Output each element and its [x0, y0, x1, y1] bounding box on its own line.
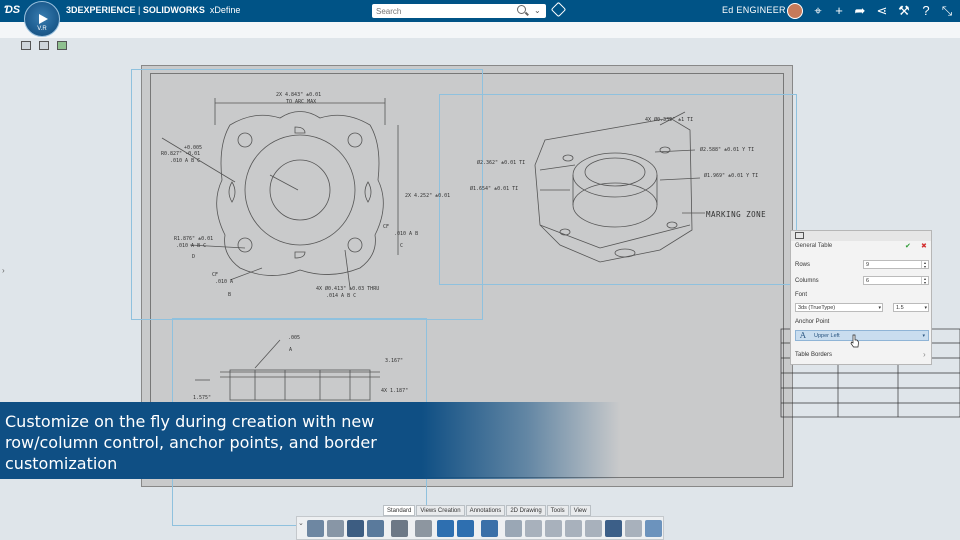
- text-icon[interactable]: [525, 520, 542, 537]
- iso-dim-4[interactable]: Ø1.969" ±0.01 Y TI: [704, 173, 758, 179]
- datum-a[interactable]: A: [289, 347, 292, 353]
- panel-header: [791, 231, 931, 241]
- close-icon[interactable]: ✖: [921, 242, 927, 250]
- roughness-icon[interactable]: [585, 520, 602, 537]
- rows-value: 9: [866, 262, 870, 268]
- help-icon[interactable]: [481, 520, 498, 537]
- fcf-2[interactable]: .010 A B C: [176, 243, 206, 249]
- font-label: Font: [795, 292, 808, 298]
- fcf-4[interactable]: .010 A: [215, 279, 233, 285]
- font-size-value: 1.5: [896, 305, 904, 311]
- datum-b[interactable]: B: [228, 292, 231, 298]
- dim-top[interactable]: 2X 4.843" ±0.01: [276, 92, 321, 98]
- tab-tools[interactable]: Tools: [546, 505, 569, 516]
- iso-dim-3[interactable]: Ø1.654" ±0.01 TI: [470, 186, 518, 192]
- section-dim-2[interactable]: 4X 1.187": [381, 388, 408, 394]
- font-size-select[interactable]: 1.5 ▾: [893, 303, 929, 312]
- datum-d[interactable]: D: [192, 254, 195, 260]
- font-value: 3ds (TrueType): [798, 305, 836, 311]
- dim-mid[interactable]: 2X 4.252" ±0.01: [405, 193, 450, 199]
- marking-zone-label[interactable]: MARKING ZONE: [706, 210, 766, 219]
- datum-icon[interactable]: [545, 520, 562, 537]
- action-bar: ⌄: [296, 516, 664, 540]
- rows-stepper-icon[interactable]: ▴ ▾: [921, 261, 928, 268]
- dim-r1[interactable]: R1.876" ±0.01: [174, 236, 213, 242]
- iso-dim-2[interactable]: Ø2.588" ±0.01 Y TI: [700, 147, 754, 153]
- dimension-icon[interactable]: [505, 520, 522, 537]
- tab-views-creation[interactable]: Views Creation: [416, 505, 465, 516]
- rows-label: Rows: [795, 262, 811, 268]
- play-icon: [39, 14, 48, 24]
- columns-label: Columns: [795, 278, 819, 284]
- table-borders-label[interactable]: Table Borders: [795, 352, 832, 358]
- iso-dim-1[interactable]: Ø2.362" ±0.01 TI: [477, 160, 525, 166]
- general-table-panel[interactable]: General Table ✔ ✖ Rows 9 ▴ ▾ Columns 6 ▴ ▾…: [790, 230, 932, 365]
- annotation-text-icon[interactable]: [605, 520, 622, 537]
- tab-2d-drawing[interactable]: 2D Drawing: [506, 505, 546, 516]
- section-dim-3[interactable]: 1.575": [193, 395, 211, 401]
- tab-standard[interactable]: Standard: [383, 505, 416, 516]
- compass-version: V.R: [37, 26, 47, 32]
- tab-view[interactable]: View: [569, 505, 591, 516]
- dim-radius[interactable]: R0.827" -0.01: [161, 151, 200, 157]
- panel-title: General Table: [795, 243, 833, 249]
- undo-icon[interactable]: [437, 520, 454, 537]
- anchor-value: Upper Left: [814, 333, 840, 339]
- cf-label-2[interactable]: CF: [212, 272, 218, 278]
- cf-label-1[interactable]: CF: [383, 224, 389, 230]
- font-select[interactable]: 3ds (TrueType) ▾: [795, 303, 883, 312]
- caption-text: Customize on the fly during creation wit…: [5, 412, 377, 473]
- toolbar-tabs: Standard Views Creation Annotations 2D D…: [383, 505, 592, 516]
- section-dim-1[interactable]: 3.167": [385, 358, 403, 364]
- redo-icon[interactable]: [457, 520, 474, 537]
- table-icon: [795, 232, 804, 239]
- anchor-icon: A: [800, 331, 806, 340]
- chevron-down-icon[interactable]: ⌄: [298, 519, 304, 527]
- section-fcf[interactable]: .005: [288, 335, 300, 341]
- tab-annotations[interactable]: Annotations: [465, 505, 506, 516]
- columns-stepper-icon[interactable]: ▴ ▾: [921, 277, 928, 284]
- gear-icon[interactable]: [415, 520, 432, 537]
- iso-dim-5[interactable]: 4X Ø0.339" ±1 TI: [645, 117, 693, 123]
- anchor-select[interactable]: A Upper Left ▾: [795, 330, 929, 341]
- compass-button[interactable]: V.R: [24, 1, 60, 37]
- balloon-icon[interactable]: [625, 520, 642, 537]
- fcf-3[interactable]: .010 A B: [394, 231, 418, 237]
- rows-input[interactable]: 9 ▴ ▾: [863, 260, 929, 269]
- caption-banner: Customize on the fly during creation wit…: [0, 402, 620, 479]
- cursor-icon: [850, 334, 859, 348]
- anchor-label: Anchor Point: [795, 319, 830, 325]
- columns-value: 6: [866, 278, 870, 284]
- dim-holes[interactable]: 4X Ø0.413" ±0.03 THRU: [316, 286, 379, 292]
- font-size-dropdown-icon[interactable]: ▾: [924, 304, 927, 312]
- fcf-1[interactable]: .010 A B C: [170, 158, 200, 164]
- refresh-icon[interactable]: [367, 520, 384, 537]
- dim-top-note[interactable]: TO ARC MAX: [286, 99, 316, 105]
- chevron-right-icon[interactable]: ›: [923, 350, 926, 359]
- save-icon[interactable]: [347, 520, 364, 537]
- table-icon[interactable]: [645, 520, 662, 537]
- geometric-tolerance-icon[interactable]: [565, 520, 582, 537]
- font-dropdown-icon[interactable]: ▾: [878, 304, 881, 312]
- part-icon[interactable]: [307, 520, 324, 537]
- product-icon[interactable]: [327, 520, 344, 537]
- datum-c[interactable]: C: [400, 243, 403, 249]
- fcf-5[interactable]: .014 A B C: [326, 293, 356, 299]
- ok-icon[interactable]: ✔: [905, 242, 911, 250]
- properties-icon[interactable]: [391, 520, 408, 537]
- anchor-dropdown-icon[interactable]: ▾: [922, 331, 925, 341]
- columns-input[interactable]: 6 ▴ ▾: [863, 276, 929, 285]
